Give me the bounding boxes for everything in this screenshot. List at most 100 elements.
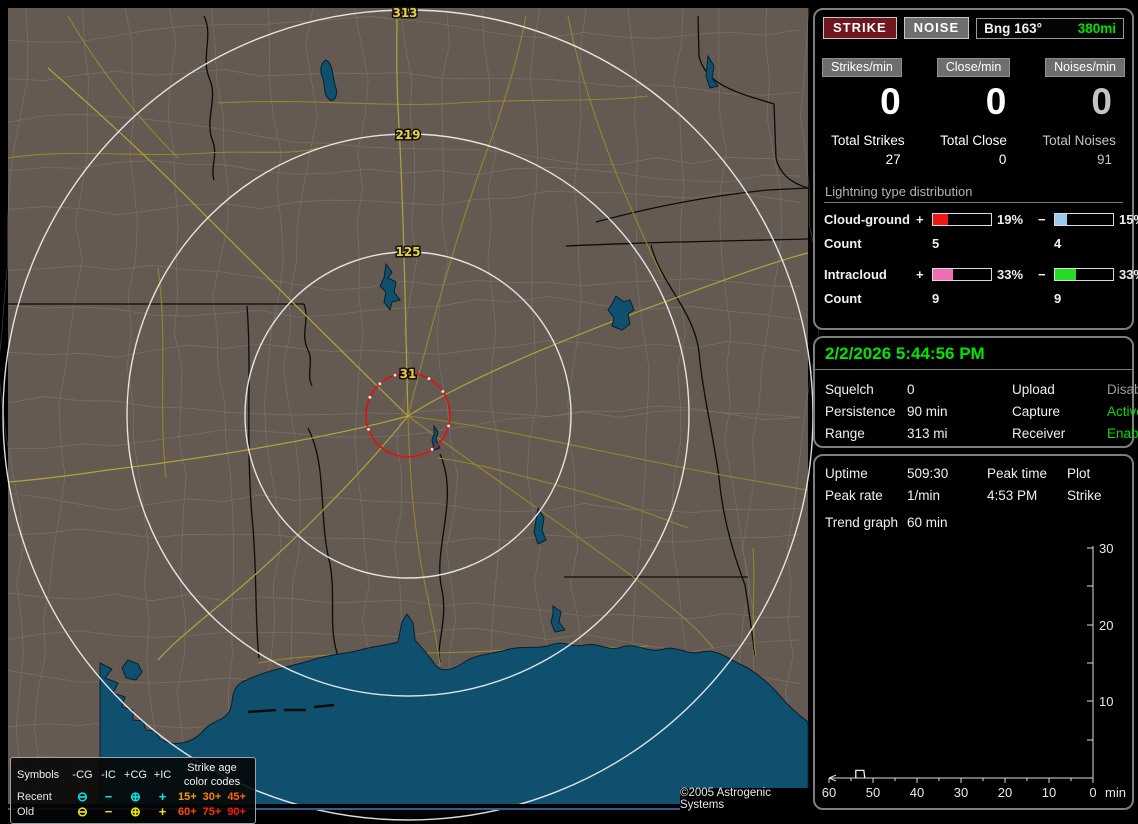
- old-pos-ic-icon: +: [158, 804, 167, 819]
- ic-minus-bar-fill: [1055, 269, 1076, 280]
- trend-graph: 30 20 10 60 50 40 30 20 10 0 min: [822, 541, 1126, 800]
- strikes-per-min-button[interactable]: Strikes/min: [822, 58, 902, 77]
- plot-value: Strike: [1067, 488, 1102, 503]
- trend-x-20: 20: [998, 785, 1012, 800]
- radar-map[interactable]: 313 219 125 31 Symbols -CG -IC +CG +IC S…: [0, 5, 820, 824]
- cloud-ground-row: Cloud-ground + 19% − 15%: [824, 212, 1138, 227]
- recent-pos-ic-icon: +: [158, 789, 167, 804]
- persistence-value: 90 min: [907, 404, 948, 419]
- trend-y-10: 10: [1099, 694, 1113, 709]
- legend-col-neg-ic: -IC: [101, 769, 116, 781]
- plus-sign: +: [916, 212, 924, 227]
- strikes-rate-value: 0: [880, 81, 901, 122]
- total-close-value: 0: [998, 152, 1007, 167]
- ring-label-219: 219: [395, 128, 420, 142]
- cg-plus-count: 5: [932, 236, 940, 251]
- trend-x-unit: min: [1105, 785, 1126, 800]
- bearing-box: Bng 163° 380mi: [976, 17, 1124, 39]
- total-strikes-value: 27: [885, 152, 901, 167]
- trend-x-10: 10: [1042, 785, 1056, 800]
- total-strikes-label: Total Strikes: [831, 133, 905, 148]
- old-neg-ic-icon: −: [104, 804, 113, 819]
- ic-plus-bar-fill: [933, 269, 954, 280]
- close-rate-value: 0: [985, 81, 1007, 122]
- cloud-ground-count-row: Count 5 4: [824, 236, 1123, 251]
- minus-sign: −: [1038, 267, 1046, 282]
- recent-pos-cg-icon: ⊕: [130, 789, 141, 804]
- minus-sign: −: [1038, 212, 1046, 227]
- intracloud-row: Intracloud + 33% − 33%: [824, 267, 1138, 282]
- trend-panel: Uptime 509:30 Peak time Plot Peak rate 1…: [813, 454, 1134, 810]
- trend-y-30: 30: [1099, 541, 1113, 556]
- bearing-distance: 380mi: [1077, 20, 1116, 36]
- noises-per-min-button[interactable]: Noises/min: [1045, 58, 1125, 77]
- legend-col-neg-cg: -CG: [72, 769, 93, 781]
- cg-minus-count: 4: [1054, 236, 1062, 251]
- strike-button[interactable]: STRIKE: [823, 17, 897, 39]
- upload-label: Upload: [1012, 382, 1055, 397]
- capture-value: Active: [1107, 404, 1138, 419]
- total-noises-label: Total Noises: [1042, 133, 1116, 148]
- status-grid: Squelch 0 Upload Disabled Persistence 90…: [815, 370, 1138, 441]
- close-column: Close/min 0 Total Close 0: [921, 58, 1027, 167]
- copyright-bar: ©2005 Astrogenic Systems: [680, 787, 816, 811]
- close-per-min-button[interactable]: Close/min: [936, 58, 1011, 77]
- cg-plus-pct: 19%: [997, 212, 1024, 227]
- uptime-value: 509:30: [907, 466, 949, 481]
- age-code-90: 90+: [227, 806, 246, 818]
- trend-x-0: 0: [1089, 785, 1096, 800]
- intracloud-label: Intracloud: [824, 267, 887, 282]
- legend-col-pos-cg: +CG: [124, 769, 147, 781]
- old-neg-cg-icon: ⊖: [77, 804, 88, 819]
- trend-axes: [828, 546, 1094, 783]
- distribution-title: Lightning type distribution: [824, 184, 1123, 203]
- total-noises-value: 91: [1096, 152, 1112, 167]
- count-label: Count: [824, 236, 862, 251]
- age-code-30: 30+: [202, 791, 222, 803]
- peak-time-label: Peak time: [987, 466, 1048, 481]
- peak-time-value: 4:53 PM: [987, 488, 1038, 503]
- datetime: 2/2/2026 5:44:56 PM: [815, 338, 1132, 370]
- legend-row-old-label: Old: [17, 806, 35, 818]
- capture-label: Capture: [1012, 404, 1061, 419]
- cg-minus-pct: 15%: [1119, 212, 1138, 227]
- cg-plus-bar-fill: [933, 214, 949, 225]
- plus-sign: +: [916, 267, 924, 282]
- ic-minus-bar: [1054, 268, 1114, 281]
- intracloud-count-row: Count 9 9: [824, 291, 1123, 306]
- noise-button[interactable]: NOISE: [903, 17, 970, 39]
- cg-plus-bar: [932, 213, 992, 226]
- recent-neg-cg-icon: ⊖: [77, 789, 88, 804]
- ring-label-125: 125: [395, 245, 420, 259]
- range-label: Range: [825, 426, 865, 441]
- ic-plus-pct: 33%: [997, 267, 1024, 282]
- noises-column: Noises/min 0 Total Noises 91: [1026, 58, 1132, 167]
- rate-columns: Strikes/min 0 Total Strikes 27 Close/min…: [815, 58, 1132, 167]
- range-value: 313 mi: [907, 426, 948, 441]
- legend-age-header: Strike age color codes: [183, 762, 241, 788]
- ring-label-31: 31: [400, 367, 417, 381]
- trend-x-30: 30: [954, 785, 968, 800]
- persistence-label: Persistence: [825, 404, 896, 419]
- old-pos-cg-icon: ⊕: [130, 804, 141, 819]
- trend-x-50: 50: [866, 785, 880, 800]
- screen: { "header": { "strike_button": "STRIKE",…: [0, 0, 1138, 824]
- total-close-label: Total Close: [940, 133, 1007, 148]
- bearing-value: Bng 163°: [984, 20, 1043, 36]
- recent-neg-ic-icon: −: [104, 789, 113, 804]
- count-label: Count: [824, 291, 862, 306]
- age-code-15: 15+: [177, 791, 197, 803]
- receiver-label: Receiver: [1012, 426, 1066, 441]
- age-code-45: 45+: [227, 791, 246, 803]
- age-code-60: 60+: [177, 806, 197, 818]
- peak-rate-value: 1/min: [907, 488, 941, 503]
- ic-plus-bar: [932, 268, 992, 281]
- peak-rate-label: Peak rate: [825, 488, 883, 503]
- receiver-value: Enabled: [1107, 426, 1138, 441]
- squelch-value: 0: [907, 382, 915, 397]
- trend-x-40: 40: [910, 785, 924, 800]
- trend-graph-row: Trend graph 60 min: [815, 503, 1132, 530]
- cg-minus-bar: [1054, 213, 1114, 226]
- plot-label: Plot: [1067, 466, 1091, 481]
- legend-symbols-header: Symbols: [17, 769, 60, 781]
